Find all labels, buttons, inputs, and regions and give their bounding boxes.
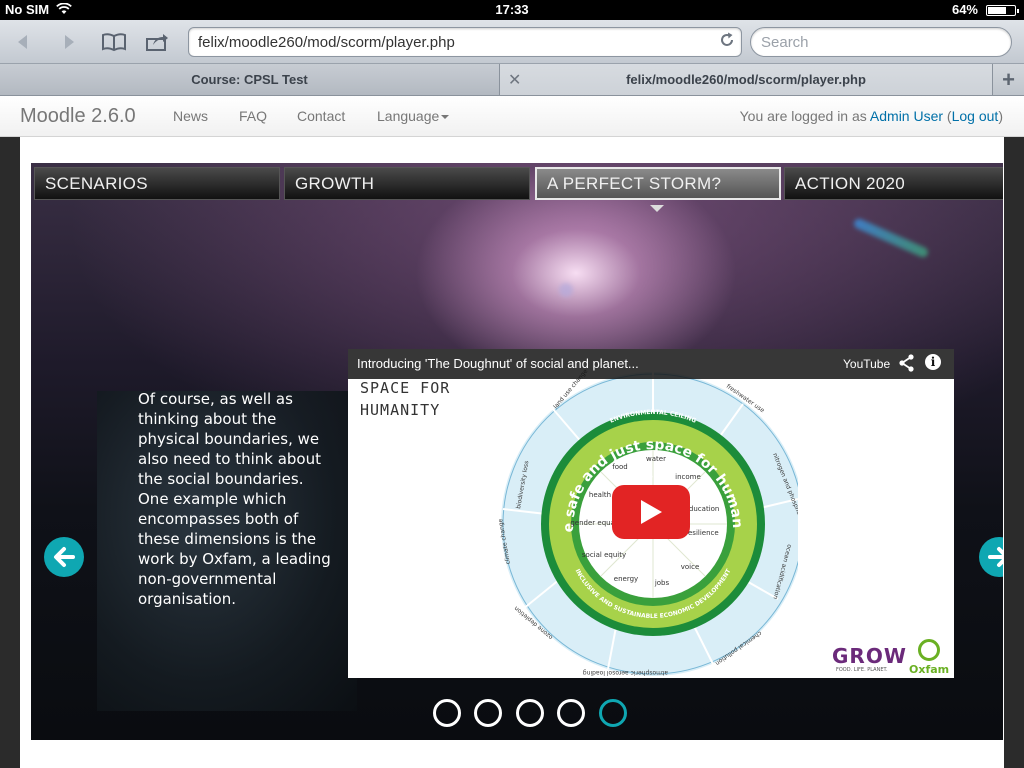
social-item-jobs: jobs: [654, 579, 670, 587]
pager-dot[interactable]: [433, 699, 461, 727]
tab-title: Course: CPSL Test: [191, 72, 308, 87]
oxfam-label: Oxfam: [909, 663, 950, 676]
menu-item-scenarios[interactable]: SCENARIOS: [34, 167, 280, 200]
bookmarks-icon[interactable]: [97, 27, 131, 57]
social-item-health: health: [589, 491, 611, 499]
search-bar[interactable]: [750, 27, 1012, 57]
pager-dot-active[interactable]: [599, 699, 627, 727]
slide-body-text: Of course, as well as thinking about the…: [138, 390, 331, 608]
pager-dot[interactable]: [516, 699, 544, 727]
info-icon[interactable]: i: [925, 354, 941, 370]
oxfam-logo: Oxfam: [909, 639, 949, 676]
grow-logo: GROW: [832, 644, 907, 668]
address-bar[interactable]: felix/moodle260/mod/scorm/player.php: [188, 27, 742, 57]
ios-status-bar: No SIM 17:33 64%: [0, 0, 1024, 20]
video-title[interactable]: Introducing 'The Doughnut' of social and…: [357, 356, 639, 371]
browser-toolbar: felix/moodle260/mod/scorm/player.php: [0, 20, 1024, 64]
module-menu: SCENARIOS GROWTH A PERFECT STORM? ACTION…: [31, 167, 1003, 212]
lens-flare: [852, 217, 930, 259]
battery-icon: [986, 5, 1019, 16]
user-link[interactable]: Admin User: [870, 108, 943, 124]
social-item-energy: energy: [614, 575, 638, 583]
video-title-bar: Introducing 'The Doughnut' of social and…: [348, 349, 954, 379]
diagram-heading-line: SPACE FOR: [360, 379, 451, 397]
next-slide-button[interactable]: [979, 537, 1003, 577]
social-item-income: income: [675, 473, 701, 481]
new-tab-icon[interactable]: +: [992, 64, 1024, 95]
outer-item-aerosol-loading: atmospheric aerosol loading: [583, 669, 668, 676]
youtube-embed[interactable]: SPACE FOR HUMANITY e safe and just space…: [348, 349, 954, 678]
share-icon[interactable]: [899, 354, 915, 377]
menu-item-perfect-storm[interactable]: A PERFECT STORM?: [535, 167, 781, 200]
reload-icon[interactable]: [719, 32, 735, 53]
social-item-food: food: [612, 463, 627, 471]
social-item-voice: voice: [681, 563, 700, 571]
tab-course-cpsl[interactable]: Course: CPSL Test: [0, 64, 500, 95]
arrow-right-icon: [988, 547, 1003, 567]
battery-percent: 64%: [951, 2, 978, 17]
tab-player[interactable]: felix/moodle260/mod/scorm/player.php: [500, 64, 992, 95]
nav-link-news[interactable]: News: [173, 108, 208, 124]
menu-item-action-2020[interactable]: ACTION 2020: [784, 167, 1003, 200]
logout-link[interactable]: Log out: [952, 108, 999, 124]
diagram-heading: SPACE FOR HUMANITY: [360, 377, 450, 421]
language-label: Language: [377, 108, 440, 124]
pager-dot[interactable]: [474, 699, 502, 727]
moodle-navbar: Moodle 2.6.0 News FAQ Contact Language Y…: [0, 96, 1024, 137]
login-prefix: You are logged in as: [739, 108, 867, 124]
nav-link-faq[interactable]: FAQ: [239, 108, 267, 124]
search-input[interactable]: [761, 33, 1001, 51]
clock: 17:33: [495, 2, 529, 17]
menu-item-growth[interactable]: GROWTH: [284, 167, 530, 200]
play-button[interactable]: [612, 485, 690, 539]
close-tab-icon[interactable]: ✕: [508, 70, 521, 90]
play-icon: [641, 500, 662, 524]
forward-arrow-icon[interactable]: [52, 27, 86, 57]
previous-slide-button[interactable]: [44, 537, 84, 577]
grow-tagline: FOOD. LIFE. PLANET.: [836, 667, 888, 673]
login-info: You are logged in as Admin User (Log out…: [739, 108, 1003, 124]
social-item-social-equity: social equity: [582, 551, 626, 559]
caret-down-icon: [441, 115, 450, 120]
url-text[interactable]: felix/moodle260/mod/scorm/player.php: [198, 34, 455, 51]
active-menu-pointer: [650, 205, 664, 212]
diagram-heading-line: HUMANITY: [360, 401, 441, 419]
slide-pager: [433, 699, 633, 729]
browser-tab-strip: Course: CPSL Test felix/moodle260/mod/sc…: [0, 64, 1024, 96]
scorm-player: SCENARIOS GROWTH A PERFECT STORM? ACTION…: [31, 163, 1003, 740]
language-menu[interactable]: Language: [377, 108, 450, 124]
back-arrow-icon[interactable]: [6, 27, 40, 57]
arrow-left-icon: [54, 547, 75, 567]
site-brand[interactable]: Moodle 2.6.0: [20, 105, 136, 128]
social-item-water: water: [646, 455, 666, 463]
share-icon[interactable]: [140, 27, 174, 57]
pager-dot[interactable]: [557, 699, 585, 727]
social-item-resilience: resilience: [685, 529, 718, 537]
nav-link-contact[interactable]: Contact: [297, 108, 345, 124]
tab-title: felix/moodle260/mod/scorm/player.php: [626, 72, 866, 87]
oxfam-mark-icon: [918, 639, 941, 661]
youtube-label[interactable]: YouTube: [843, 357, 890, 371]
lens-flare-spot: [559, 283, 573, 297]
